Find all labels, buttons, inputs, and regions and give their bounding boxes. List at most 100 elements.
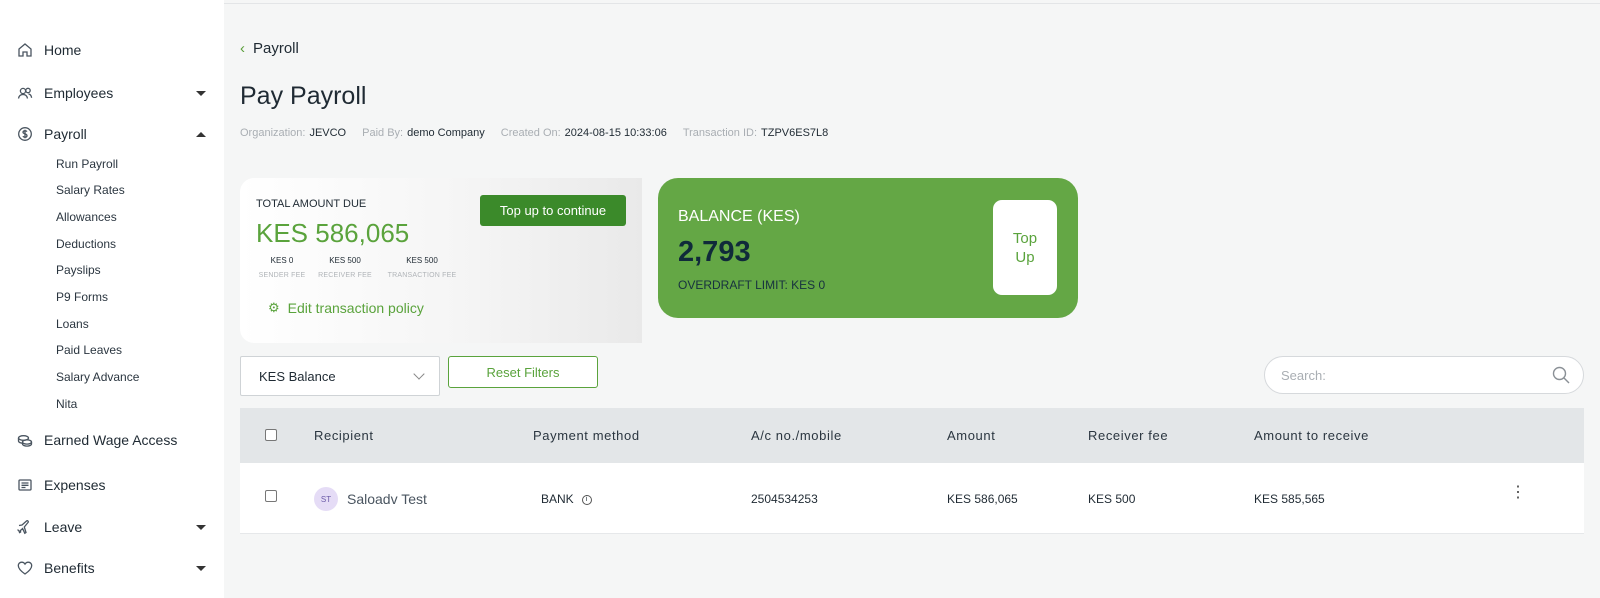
- chevron-down-icon: [196, 90, 206, 96]
- back-link-label: Payroll: [253, 40, 299, 57]
- column-header-account[interactable]: A/c no./mobile: [751, 428, 842, 443]
- receiver-fee-cell: KES 500: [1088, 492, 1136, 506]
- meta-txn-value: TZPV6ES7L8: [761, 127, 829, 139]
- meta-created-value: 2024-08-15 10:33:06: [564, 127, 667, 139]
- sidebar-item-label: Payroll: [44, 126, 87, 142]
- chevron-down-icon: [196, 524, 206, 530]
- sidebar-subitem-salary-advance[interactable]: Salary Advance: [56, 370, 139, 384]
- chevron-down-icon: [413, 368, 425, 380]
- back-link[interactable]: ‹ Payroll: [240, 40, 299, 57]
- meta-paidby-label: Paid By:: [362, 127, 404, 139]
- table-header: Recipient Payment method A/c no./mobile …: [240, 408, 1584, 463]
- more-actions-icon[interactable]: ⋮: [1510, 485, 1526, 501]
- meta-txn-label: Transaction ID:: [682, 127, 758, 139]
- amount-cell: KES 586,065: [947, 492, 1018, 506]
- sidebar-item-benefits[interactable]: Benefits: [16, 556, 208, 580]
- sidebar-subitem-nita[interactable]: Nita: [56, 397, 77, 411]
- search-box: [1264, 356, 1584, 394]
- sidebar-subitem-loans[interactable]: Loans: [56, 317, 89, 331]
- sidebar-item-label: Home: [44, 42, 82, 58]
- column-header-recipient[interactable]: Recipient: [314, 428, 374, 443]
- receiver-fee: KES 500 RECEIVER FEE: [312, 256, 378, 279]
- edit-transaction-policy-label: Edit transaction policy: [287, 300, 424, 316]
- sidebar-item-employees[interactable]: Employees: [16, 81, 208, 105]
- sidebar-subitem-payslips[interactable]: Payslips: [56, 263, 101, 277]
- sender-fee: KES 0 SENDER FEE: [250, 256, 314, 279]
- column-header-amount-to-receive[interactable]: Amount to receive: [1254, 428, 1369, 443]
- transaction-fee-value: KES 500: [406, 256, 438, 265]
- chevron-left-icon: ‹: [240, 40, 245, 57]
- sidebar-item-label: Leave: [44, 519, 83, 535]
- sidebar-item-expenses[interactable]: Expenses: [16, 473, 208, 497]
- search-icon[interactable]: [1551, 365, 1571, 385]
- meta-created-label: Created On:: [500, 127, 561, 139]
- sidebar-item-payroll[interactable]: Payroll: [16, 122, 208, 146]
- balance-label: BALANCE (KES): [678, 208, 800, 225]
- column-header-amount[interactable]: Amount: [947, 428, 995, 443]
- balance-card: BALANCE (KES) 2,793 OVERDRAFT LIMIT: KES…: [658, 178, 1078, 318]
- top-up-label-line2: Up: [1015, 248, 1035, 266]
- chevron-up-icon: [196, 131, 206, 137]
- sender-fee-label: SENDER FEE: [258, 272, 306, 279]
- balance-select[interactable]: KES Balance: [240, 356, 440, 396]
- receiver-fee-label: RECEIVER FEE: [318, 272, 372, 279]
- sidebar-item-label: Expenses: [44, 477, 106, 493]
- sidebar-subitem-run-payroll[interactable]: Run Payroll: [56, 157, 118, 171]
- edit-transaction-policy-link[interactable]: ⚙ Edit transaction policy: [268, 300, 424, 316]
- transaction-meta: Organization: JEVCO Paid By: demo Compan…: [240, 127, 844, 139]
- balance-amount: 2,793: [678, 236, 751, 268]
- search-input[interactable]: [1281, 367, 1551, 383]
- meta-paidby-value: demo Company: [407, 127, 485, 139]
- sidebar-item-label: Benefits: [44, 560, 95, 576]
- amount-to-receive-cell: KES 585,565: [1254, 492, 1325, 506]
- avatar: ST: [314, 487, 338, 511]
- overdraft-limit: OVERDRAFT LIMIT: KES 0: [678, 278, 826, 292]
- select-all-checkbox[interactable]: [265, 429, 277, 441]
- dollar-circle-icon: [16, 125, 34, 143]
- reset-filters-button[interactable]: Reset Filters: [448, 356, 598, 388]
- payment-method-value: BANK: [541, 492, 574, 506]
- sidebar: Home Employees Payroll Run Payroll Salar…: [0, 0, 224, 598]
- sidebar-subitem-paid-leaves[interactable]: Paid Leaves: [56, 343, 122, 357]
- info-icon[interactable]: i: [581, 494, 592, 505]
- receiver-fee-value: KES 500: [329, 256, 361, 265]
- sidebar-item-label: Earned Wage Access: [44, 432, 178, 448]
- page-title: Pay Payroll: [240, 82, 367, 110]
- meta-org-value: JEVCO: [309, 127, 347, 139]
- transaction-fee: KES 500 TRANSACTION FEE: [380, 256, 464, 279]
- sidebar-subitem-deductions[interactable]: Deductions: [56, 237, 116, 251]
- sidebar-item-home[interactable]: Home: [16, 38, 208, 62]
- receipt-icon: [16, 476, 34, 494]
- recipient-name[interactable]: Saloadv Test: [347, 491, 427, 507]
- total-due-card: TOTAL AMOUNT DUE KES 586,065 Top up to c…: [240, 178, 642, 343]
- balance-select-value: KES Balance: [259, 368, 336, 384]
- top-up-to-continue-button[interactable]: Top up to continue: [480, 195, 626, 226]
- coins-icon: [16, 431, 34, 449]
- sidebar-subitem-allowances[interactable]: Allowances: [56, 210, 117, 224]
- home-icon: [16, 41, 34, 59]
- sidebar-subitem-salary-rates[interactable]: Salary Rates: [56, 183, 125, 197]
- account-cell: 2504534253: [751, 492, 818, 506]
- column-header-payment-method[interactable]: Payment method: [533, 428, 640, 443]
- transaction-fee-label: TRANSACTION FEE: [387, 272, 457, 279]
- sidebar-item-earned-wage-access[interactable]: Earned Wage Access: [16, 428, 208, 452]
- top-divider: [224, 3, 1600, 4]
- users-icon: [16, 84, 34, 102]
- top-up-button[interactable]: Top Up: [993, 200, 1057, 295]
- row-checkbox[interactable]: [265, 490, 277, 502]
- sidebar-item-leave[interactable]: Leave: [16, 515, 208, 539]
- payment-method-cell: BANK i: [541, 492, 592, 506]
- plane-icon: [16, 518, 34, 536]
- meta-org-label: Organization:: [240, 127, 306, 139]
- total-due-amount: KES 586,065: [256, 218, 410, 248]
- gear-icon: ⚙: [268, 300, 280, 315]
- sender-fee-value: KES 0: [270, 256, 294, 265]
- sidebar-subitem-p9-forms[interactable]: P9 Forms: [56, 290, 108, 304]
- table-row: ST Saloadv Test BANK i 2504534253 KES 586…: [240, 463, 1584, 534]
- chevron-down-icon: [196, 565, 206, 571]
- total-due-label: TOTAL AMOUNT DUE: [256, 198, 367, 210]
- top-up-label-line1: Top: [1012, 229, 1038, 247]
- heart-icon: [16, 559, 34, 577]
- column-header-receiver-fee[interactable]: Receiver fee: [1088, 428, 1168, 443]
- sidebar-item-label: Employees: [44, 85, 114, 101]
